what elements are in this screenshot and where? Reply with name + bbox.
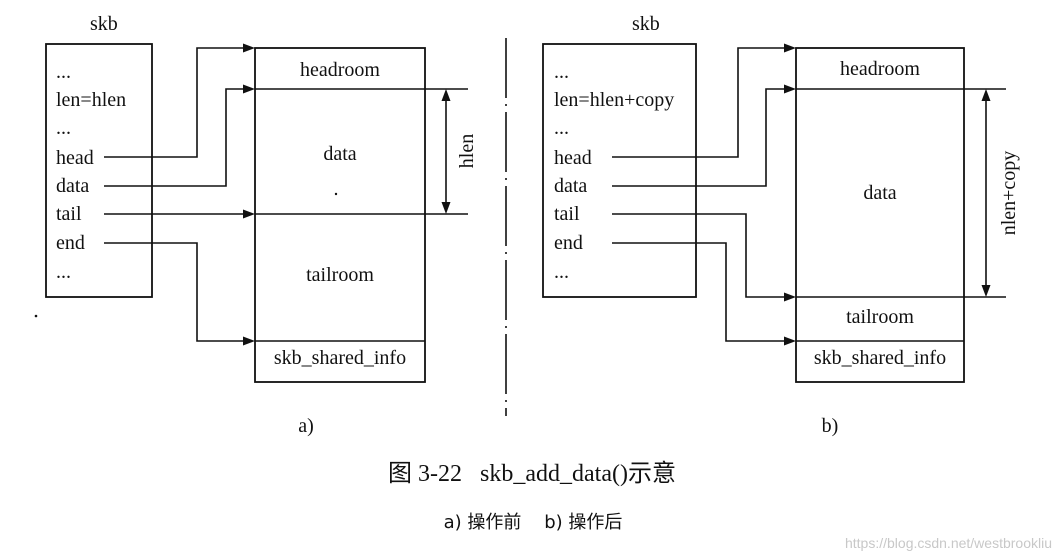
panel-b-head-arrowhead	[784, 43, 796, 53]
figure-caption: 图 3-22 skb_add_data()示意	[388, 460, 676, 487]
panel-a-field-head: head	[56, 147, 94, 169]
panel-a-region-tailroom: tailroom	[306, 264, 374, 286]
panel-b-region-shared-info: skb_shared_info	[814, 347, 946, 369]
panel-b-end-arrowhead	[784, 336, 796, 346]
panel-a-dim-label: hlen	[456, 134, 478, 168]
panel-a-tail-arrowhead	[243, 209, 255, 219]
panel-b-region-tailroom: tailroom	[846, 306, 914, 328]
panel-a-region-shared-info: skb_shared_info	[274, 347, 406, 369]
panel-b-label: b)	[822, 415, 839, 437]
panel-b-field-ellipsis-1: ...	[554, 61, 569, 83]
panel-a-region-data: data	[323, 143, 356, 165]
panel-b-struct-title: skb	[632, 13, 660, 35]
panel-a-field-end: end	[56, 232, 85, 254]
panel-b-field-head: head	[554, 147, 592, 169]
panel-b-field-ellipsis-3: ...	[554, 261, 569, 283]
panel-a-buffer-box	[254, 47, 426, 383]
panel-b: skb ... len=hlen+copy ... head data tail…	[542, 13, 1020, 437]
panel-a-dim-arrow-bottom	[441, 202, 451, 214]
panel-b-dim-arrow-top	[981, 89, 991, 101]
panel-b-field-ellipsis-2: ...	[554, 117, 569, 139]
panel-a-dim-arrow-top	[441, 89, 451, 101]
panel-b-region-headroom: headroom	[840, 58, 920, 80]
panel-b-buffer-box	[795, 47, 965, 383]
panel-b-field-end: end	[554, 232, 583, 254]
panel-b-field-tail: tail	[554, 203, 580, 225]
panel-a-field-ellipsis-2: ...	[56, 117, 71, 139]
panel-b-dim-arrow-bottom	[981, 285, 991, 297]
panel-a-field-len: len=hlen	[56, 89, 126, 111]
panel-a: skb ... len=hlen ... head data tail end …	[45, 13, 478, 437]
watermark-text: https://blog.csdn.net/westbrookliu	[845, 535, 1052, 551]
panel-b-data-arrowhead	[784, 84, 796, 94]
panel-a-field-ellipsis-1: ...	[56, 61, 71, 83]
panel-b-tail-arrowhead	[784, 292, 796, 302]
panel-a-stray-dot	[334, 192, 338, 196]
panel-a-head-arrowhead	[243, 43, 255, 53]
panel-a-label: a)	[298, 415, 314, 437]
panel-a-field-tail: tail	[56, 203, 82, 225]
panel-a-region-headroom: headroom	[300, 59, 380, 81]
panel-a-data-arrowhead	[243, 84, 255, 94]
panel-a-struct-title: skb	[90, 13, 118, 35]
stray-dot-left	[34, 314, 38, 318]
skb-add-data-diagram: skb ... len=hlen ... head data tail end …	[34, 13, 1052, 551]
panel-b-field-len: len=hlen+copy	[554, 89, 674, 111]
panel-a-field-ellipsis-3: ...	[56, 261, 71, 283]
panel-b-field-data: data	[554, 175, 587, 197]
panel-b-dim-label: nlen+copy	[998, 151, 1020, 236]
panel-b-region-data: data	[863, 182, 896, 204]
figure-subcaption: a) 操作前 b) 操作后	[444, 512, 623, 533]
panel-a-end-arrowhead	[243, 336, 255, 346]
panel-a-field-data: data	[56, 175, 89, 197]
